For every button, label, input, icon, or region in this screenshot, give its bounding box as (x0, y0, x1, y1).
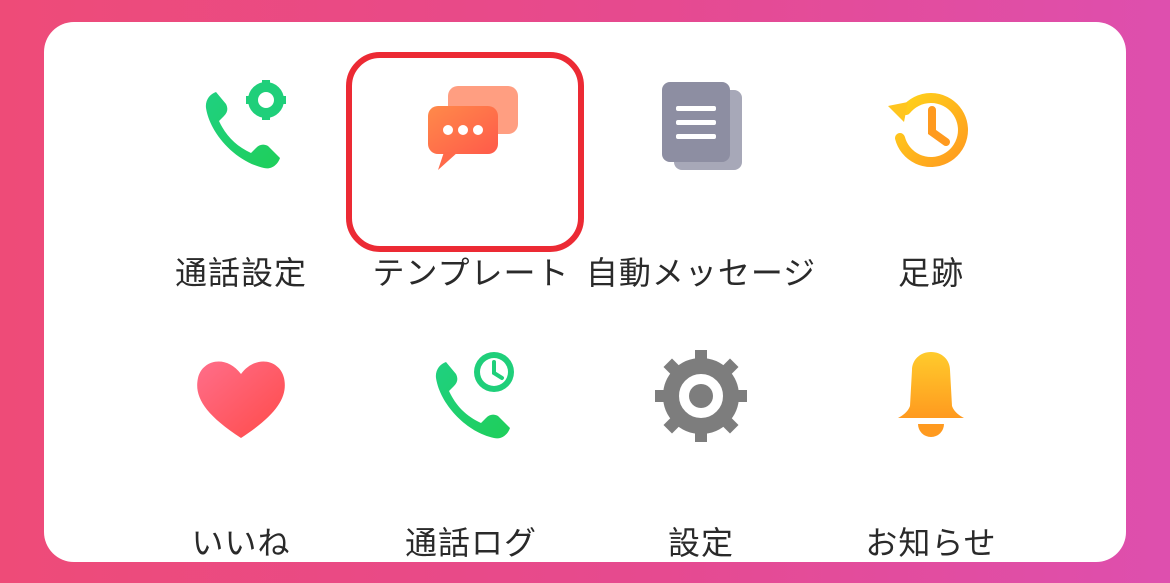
menu-item-settings[interactable]: 設定 (586, 346, 816, 562)
gear-icon (655, 350, 747, 442)
menu-item-label: お知らせ (865, 524, 997, 562)
menu-item-auto-message[interactable]: 自動メッセージ (586, 76, 816, 292)
bell-icon (898, 352, 964, 437)
menu-item-likes[interactable]: いいね (126, 346, 356, 562)
documents-icon (662, 82, 742, 170)
chat-bubbles-icon (428, 86, 518, 170)
phone-clock-icon (435, 352, 514, 439)
phone-gear-icon (205, 80, 286, 169)
menu-item-call-log[interactable]: 通話ログ (356, 346, 586, 562)
history-clock-icon (888, 93, 968, 167)
menu-item-template[interactable]: テンプレート (356, 76, 586, 292)
heart-icon (197, 361, 285, 438)
menu-item-footprints[interactable]: 足跡 (816, 76, 1046, 292)
menu-item-call-settings[interactable]: 通話設定 (126, 76, 356, 292)
menu-item-notifications[interactable]: お知らせ (816, 346, 1046, 562)
menu-item-label: 足跡 (897, 254, 964, 292)
